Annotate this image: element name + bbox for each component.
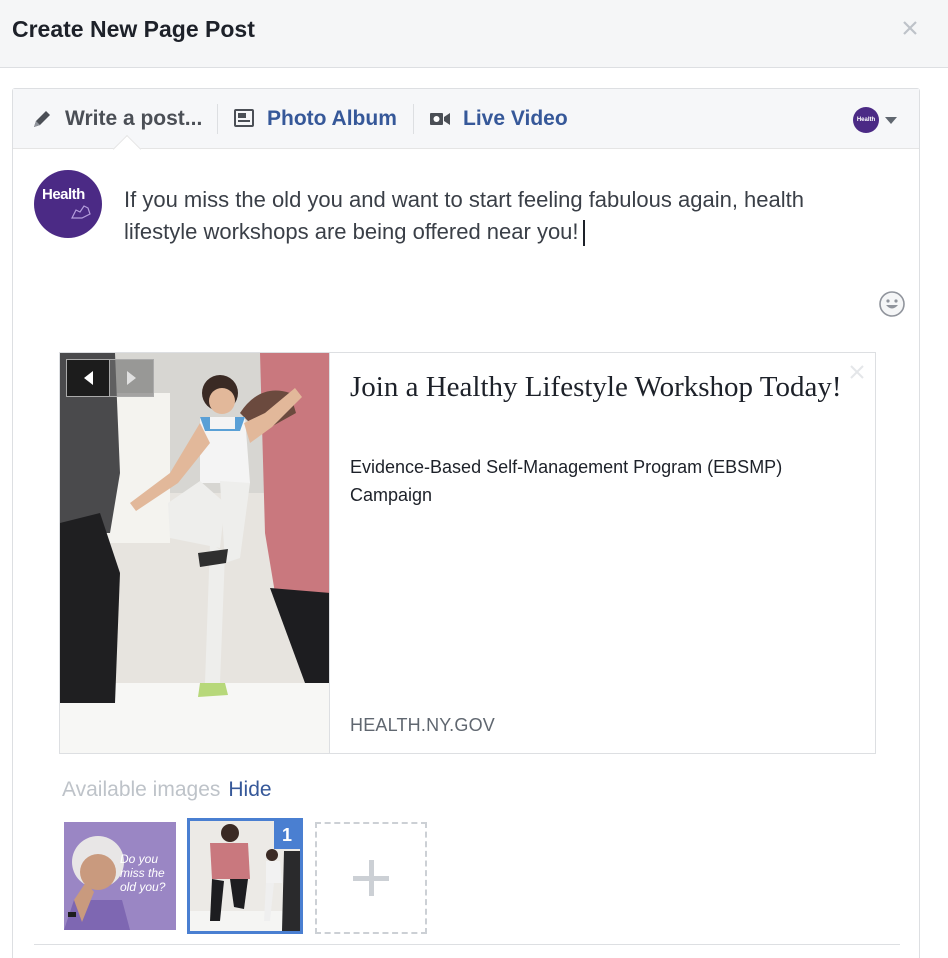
video-camera-icon bbox=[430, 113, 450, 125]
arrow-left-icon bbox=[83, 371, 93, 385]
tab-photo-label: Photo Album bbox=[267, 107, 397, 130]
available-images-row: Available images Hide bbox=[62, 778, 272, 802]
divider bbox=[34, 944, 900, 945]
post-text: If you miss the old you and want to star… bbox=[124, 187, 804, 244]
workout-photo bbox=[60, 353, 329, 753]
page-avatar: Health bbox=[34, 170, 102, 238]
tab-photo-album[interactable]: Photo Album bbox=[233, 89, 397, 149]
image-thumbnail-selected[interactable]: 1 bbox=[187, 818, 303, 934]
link-preview-image bbox=[60, 353, 330, 753]
hide-images-link[interactable]: Hide bbox=[228, 778, 271, 801]
link-title[interactable]: Join a Healthy Lifestyle Workshop Today! bbox=[350, 369, 850, 405]
page-avatar-small-label: Health bbox=[856, 117, 876, 123]
close-icon[interactable] bbox=[898, 16, 922, 40]
tab-live-video[interactable]: Live Video bbox=[429, 89, 568, 149]
emoji-icon[interactable] bbox=[878, 290, 906, 318]
composer-tabs: Write a post... Photo Album Live Video H… bbox=[13, 89, 919, 149]
thumbnail-overlay-text: Do you miss the old you? bbox=[120, 852, 166, 894]
tab-divider bbox=[413, 104, 414, 134]
selected-count-badge: 1 bbox=[274, 821, 300, 849]
remove-preview-icon[interactable] bbox=[848, 363, 866, 381]
tab-divider bbox=[217, 104, 218, 134]
tab-write-post[interactable]: Write a post... bbox=[31, 89, 202, 149]
pencil-icon bbox=[34, 111, 50, 127]
carousel-nav bbox=[66, 359, 154, 397]
plus-icon bbox=[353, 860, 389, 896]
link-domain: HEALTH.NY.GOV bbox=[350, 715, 495, 735]
state-outline-icon bbox=[71, 205, 91, 219]
page-avatar-small: Health bbox=[853, 107, 879, 133]
chevron-down-icon bbox=[885, 116, 897, 124]
link-preview-card: Join a Healthy Lifestyle Workshop Today!… bbox=[59, 352, 876, 754]
dialog-title: Create New Page Post bbox=[12, 16, 255, 42]
photo-album-icon bbox=[234, 109, 254, 127]
dialog-header: Create New Page Post bbox=[0, 0, 948, 68]
arrow-right-icon bbox=[127, 371, 136, 385]
carousel-next-button[interactable] bbox=[110, 359, 154, 397]
text-cursor bbox=[582, 220, 585, 247]
tab-write-label: Write a post... bbox=[65, 107, 203, 130]
available-images-label: Available images bbox=[62, 778, 221, 801]
post-text-input[interactable]: If you miss the old you and want to star… bbox=[124, 184, 844, 248]
image-thumbnail[interactable]: Do you miss the old you? bbox=[64, 822, 176, 930]
carousel-prev-button[interactable] bbox=[66, 359, 110, 397]
link-description[interactable]: Evidence-Based Self-Management Program (… bbox=[350, 453, 860, 509]
page-avatar-label: Health bbox=[42, 186, 85, 203]
add-image-button[interactable] bbox=[315, 822, 427, 934]
tab-live-label: Live Video bbox=[463, 107, 568, 130]
page-selector[interactable]: Health bbox=[853, 107, 897, 133]
